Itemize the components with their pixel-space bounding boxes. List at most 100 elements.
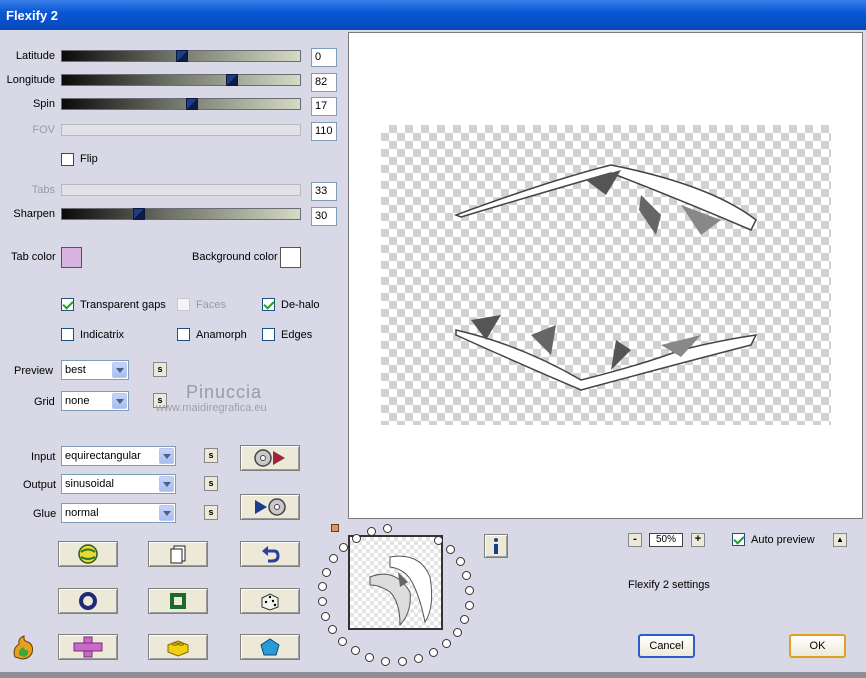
random-button[interactable] [240, 588, 300, 614]
ring-dot[interactable] [442, 639, 451, 648]
edges-checkbox[interactable] [262, 328, 275, 341]
brick-button[interactable] [148, 634, 208, 660]
zoom-in-button[interactable]: + [691, 533, 705, 547]
ring-dot[interactable] [351, 646, 360, 655]
cancel-button[interactable]: Cancel [638, 634, 695, 658]
input-projection-select[interactable]: equirectangular [61, 446, 176, 466]
glue-s-button[interactable]: s [204, 505, 218, 520]
output-s-button[interactable]: s [204, 476, 218, 491]
spin-value-field[interactable]: 17 [311, 97, 337, 116]
window-title: Flexify 2 [6, 8, 59, 23]
input-projection-button[interactable] [240, 445, 300, 471]
zoom-out-button[interactable]: - [628, 533, 642, 547]
ring-dot[interactable] [429, 648, 438, 657]
ring-button[interactable] [58, 588, 118, 614]
ring-dot[interactable] [381, 657, 390, 666]
ring-dot[interactable] [434, 536, 443, 545]
ok-button[interactable]: OK [789, 634, 846, 658]
longitude-slider[interactable] [61, 74, 301, 86]
grid-select[interactable]: none [61, 391, 129, 411]
longitude-slider-thumb[interactable] [226, 74, 238, 86]
globe-button[interactable] [58, 541, 118, 567]
ring-dot[interactable] [321, 612, 330, 621]
background-color-label: Background color [192, 251, 278, 263]
ring-dot[interactable] [456, 557, 465, 566]
watermark-name: Pinuccia [186, 382, 263, 402]
ring-dot[interactable] [318, 597, 327, 606]
background-color-swatch[interactable] [280, 247, 301, 268]
output-projection-select[interactable]: sinusoidal [61, 474, 176, 494]
fov-label: FOV [32, 124, 55, 136]
ring-dot[interactable] [338, 637, 347, 646]
info-icon [494, 538, 498, 554]
de-halo-checkbox[interactable] [262, 298, 275, 311]
indicatrix-label: Indicatrix [80, 329, 125, 341]
auto-preview-label: Auto preview [751, 534, 815, 546]
chevron-down-icon [159, 448, 174, 464]
square-frame-button[interactable] [148, 588, 208, 614]
glue-label: Glue [33, 508, 57, 520]
longitude-label: Longitude [6, 74, 55, 86]
ring-dot[interactable] [352, 534, 361, 543]
ring-dot[interactable] [367, 527, 376, 536]
ring-dot[interactable] [328, 625, 337, 634]
ring-dot[interactable] [465, 601, 474, 610]
faces-label: Faces [196, 299, 226, 311]
thumbnail-corner-handle[interactable] [331, 524, 339, 532]
ring-dot[interactable] [398, 657, 407, 666]
sharpen-slider[interactable] [61, 208, 301, 220]
plus-shape-button[interactable] [58, 634, 118, 660]
ring-dot[interactable] [465, 586, 474, 595]
preview-s-button[interactable]: s [153, 362, 167, 377]
de-halo-label: De-halo [281, 299, 320, 311]
fov-value-field: 110 [311, 122, 337, 141]
ring-dot[interactable] [339, 543, 348, 552]
tabs-label: Tabs [31, 184, 55, 196]
tab-color-label: Tab color [11, 251, 56, 263]
collapse-up-button[interactable]: ▲ [833, 533, 847, 547]
auto-preview-checkbox[interactable] [732, 533, 745, 546]
ring-dot[interactable] [460, 615, 469, 624]
anamorph-checkbox[interactable] [177, 328, 190, 341]
spin-slider-thumb[interactable] [186, 98, 198, 110]
input-label: Input [31, 451, 56, 463]
sharpen-value-field[interactable]: 30 [311, 207, 337, 226]
latitude-slider[interactable] [61, 50, 301, 62]
input-s-button[interactable]: s [204, 448, 218, 463]
transparent-gaps-label: Transparent gaps [80, 299, 166, 311]
thumbnail-navigator[interactable] [348, 535, 443, 630]
ring-dot[interactable] [462, 571, 471, 580]
preview-select[interactable]: best [61, 360, 129, 380]
info-button[interactable] [484, 534, 508, 558]
undo-button[interactable] [240, 541, 300, 567]
anamorph-label: Anamorph [196, 329, 247, 341]
output-label: Output [23, 479, 57, 491]
ring-dot[interactable] [383, 524, 392, 533]
longitude-value-field[interactable]: 82 [311, 73, 337, 92]
ring-dot[interactable] [365, 653, 374, 662]
tab-color-swatch[interactable] [61, 247, 82, 268]
ring-dot[interactable] [414, 654, 423, 663]
glue-select[interactable]: normal [61, 503, 176, 523]
ring-dot[interactable] [318, 582, 327, 591]
ring-dot[interactable] [322, 568, 331, 577]
play-disc-icon [255, 498, 286, 516]
indicatrix-checkbox[interactable] [61, 328, 74, 341]
spin-slider[interactable] [61, 98, 301, 110]
sharpen-slider-thumb[interactable] [133, 208, 145, 220]
spin-label: Spin [32, 98, 55, 110]
input-projection-value: equirectangular [65, 450, 141, 462]
ring-dot[interactable] [329, 554, 338, 563]
ring-dot[interactable] [453, 628, 462, 637]
latitude-slider-thumb[interactable] [176, 50, 188, 62]
transparent-gaps-checkbox[interactable] [61, 298, 74, 311]
flip-checkbox[interactable] [61, 153, 74, 166]
latitude-value-field[interactable]: 0 [311, 48, 337, 67]
new-page-button[interactable] [148, 541, 208, 567]
pentagon-button[interactable] [240, 634, 300, 660]
settings-status-text: Flexify 2 settings [628, 579, 710, 591]
output-projection-button[interactable] [240, 494, 300, 520]
preview-canvas[interactable] [348, 32, 863, 519]
flexify-window: Flexify 2 Latitude 0 Longitude 82 Spin 1… [0, 0, 866, 678]
ring-dot[interactable] [446, 545, 455, 554]
